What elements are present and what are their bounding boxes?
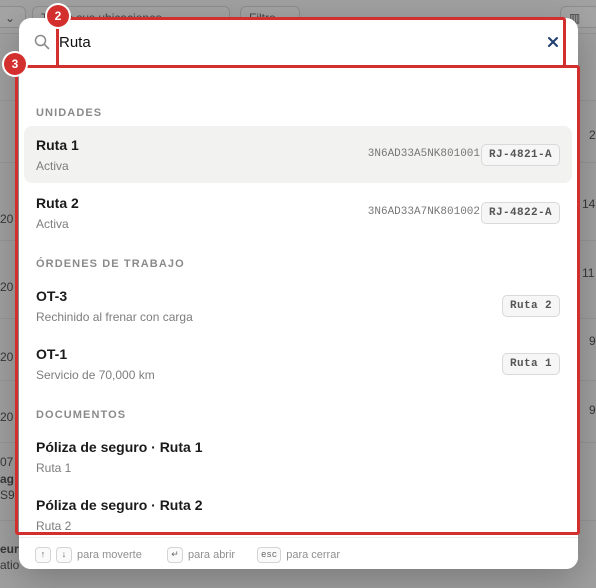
result-subtitle: Servicio de 70,000 km [36, 368, 155, 382]
hint-open: ↵ para abrir [167, 547, 235, 563]
plate-badge: RJ-4821-A [480, 144, 560, 166]
hint-close-label: para cerrar [286, 549, 340, 561]
arrow-up-key-icon: ↑ [35, 547, 51, 563]
result-work-order-ot-3[interactable]: OT-3 Rechinido al frenar con carga Ruta … [24, 277, 572, 334]
command-palette: UNIDADES Ruta 1 Activa 3N6AD33A5NK801001… [19, 18, 578, 569]
unit-badge: Ruta 2 [501, 295, 560, 317]
result-subtitle: Activa [36, 217, 69, 231]
result-subtitle: Activa [36, 159, 69, 173]
hint-move: ↑ ↓ para moverte [35, 547, 142, 563]
result-unit-ruta-2[interactable]: Ruta 2 Activa 3N6AD33A7NK801002 RJ-4822-… [24, 184, 572, 241]
section-title-work-orders: ÓRDENES DE TRABAJO [36, 258, 185, 270]
result-title: Ruta 1 [36, 137, 79, 153]
result-title: OT-3 [36, 288, 68, 304]
unit-badge: Ruta 1 [501, 353, 560, 375]
result-document-insurance-ruta-1[interactable]: Póliza de seguro · Ruta 1 Ruta 1 [24, 428, 572, 485]
section-title-documents: DOCUMENTOS [36, 409, 127, 421]
section-title-units: UNIDADES [36, 107, 103, 119]
hint-move-label: para moverte [77, 549, 142, 561]
hint-open-label: para abrir [188, 549, 236, 561]
result-document-insurance-ruta-2[interactable]: Póliza de seguro · Ruta 2 Ruta 2 [24, 486, 572, 536]
result-work-order-ot-1[interactable]: OT-1 Servicio de 70,000 km Ruta 1 [24, 335, 572, 392]
result-unit-ruta-1[interactable]: Ruta 1 Activa 3N6AD33A5NK801001 RJ-4821-… [24, 126, 572, 183]
search-icon [34, 34, 50, 50]
arrow-down-key-icon: ↓ [56, 547, 72, 563]
search-results: UNIDADES Ruta 1 Activa 3N6AD33A5NK801001… [19, 66, 578, 536]
result-subtitle: Ruta 1 [36, 461, 72, 475]
plate-badge: RJ-4822-A [480, 202, 560, 224]
result-title: Póliza de seguro · Ruta 2 [36, 497, 203, 513]
search-bar [19, 18, 578, 66]
annotation-marker-2: 2 [47, 5, 69, 27]
result-vin: 3N6AD33A5NK801001 [367, 148, 480, 160]
result-title: OT-1 [36, 346, 68, 362]
keyboard-hints: ↑ ↓ para moverte ↵ para abrir esc para c… [19, 537, 578, 569]
clear-search-icon[interactable] [544, 33, 562, 51]
enter-key-icon: ↵ [167, 547, 183, 563]
hint-close: esc para cerrar [257, 547, 340, 563]
result-title: Ruta 2 [36, 195, 79, 211]
result-subtitle: Ruta 2 [36, 519, 72, 533]
annotation-marker-3: 3 [4, 53, 26, 75]
result-title: Póliza de seguro · Ruta 1 [36, 439, 203, 455]
result-subtitle: Rechinido al frenar con carga [36, 310, 193, 324]
result-vin: 3N6AD33A7NK801002 [367, 206, 480, 218]
esc-key-icon: esc [257, 547, 282, 563]
search-input[interactable] [59, 30, 539, 54]
